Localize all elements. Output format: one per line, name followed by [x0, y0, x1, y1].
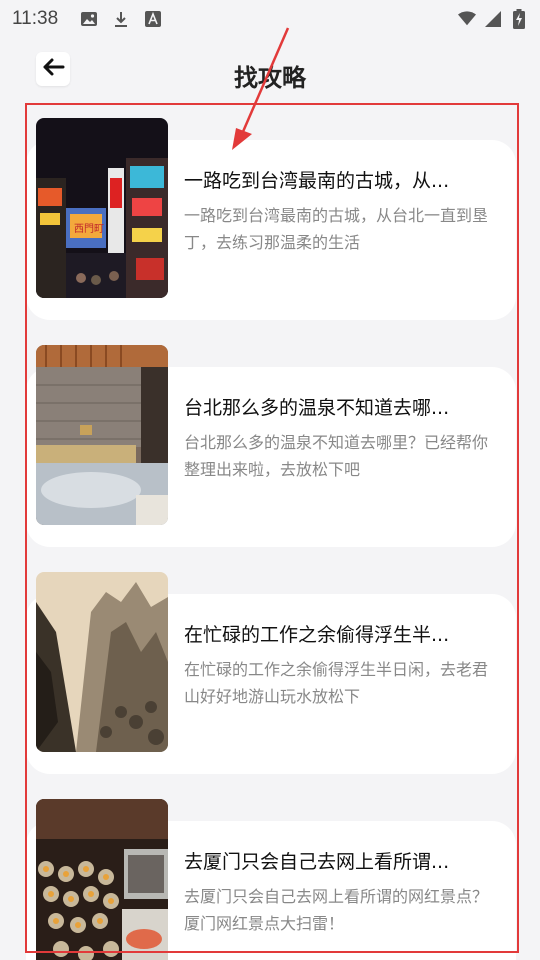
guide-card[interactable]: 西門町 一路吃到台湾最南的古城，从... 一路吃到台湾最南的古城，从台北一直到垦… — [26, 118, 516, 320]
guide-description: 台北那么多的温泉不知道去哪里？已经帮你整理出来啦，去放松下吧 — [184, 433, 489, 479]
battery-charging-icon — [510, 9, 528, 29]
guide-card[interactable]: 在忙碌的工作之余偷得浮生半... 在忙碌的工作之余偷得浮生半日闲，去老君山好好地… — [26, 572, 516, 774]
guide-title: 在忙碌的工作之余偷得浮生半... — [184, 624, 450, 646]
guide-title: 台北那么多的温泉不知道去哪... — [184, 397, 450, 419]
page-title: 找攻略 — [234, 64, 306, 92]
guide-thumbnail[interactable] — [36, 345, 168, 525]
guide-thumbnail[interactable] — [36, 799, 168, 960]
guide-card[interactable]: 台北那么多的温泉不知道去哪... 台北那么多的温泉不知道去哪里？已经帮你整理出来… — [26, 345, 516, 547]
guide-description: 去厦门只会自己去网上看所谓的网红景点？厦门网红景点大扫雷！ — [184, 887, 489, 933]
svg-text:西門町: 西門町 — [74, 223, 104, 235]
status-bar: 11:38 — [0, 0, 540, 38]
download-icon — [112, 10, 130, 28]
font-icon — [144, 10, 162, 28]
guide-title: 一路吃到台湾最南的古城，从... — [184, 170, 450, 192]
image-icon — [80, 10, 98, 28]
guide-card[interactable]: 去厦门只会自己去网上看所谓... 去厦门只会自己去网上看所谓的网红景点？厦门网红… — [26, 799, 516, 960]
guide-description: 一路吃到台湾最南的古城，从台北一直到垦丁，去练习那温柔的生活 — [184, 206, 489, 252]
header: 找攻略 — [0, 44, 540, 104]
wifi-icon — [458, 10, 476, 28]
guide-description: 在忙碌的工作之余偷得浮生半日闲，去老君山好好地游山玩水放松下 — [184, 660, 489, 706]
guide-thumbnail[interactable]: 西門町 — [36, 118, 168, 298]
guide-title: 去厦门只会自己去网上看所谓... — [184, 851, 450, 873]
signal-icon — [484, 10, 502, 28]
status-time: 11:38 — [12, 8, 59, 29]
guide-thumbnail[interactable] — [36, 572, 168, 752]
